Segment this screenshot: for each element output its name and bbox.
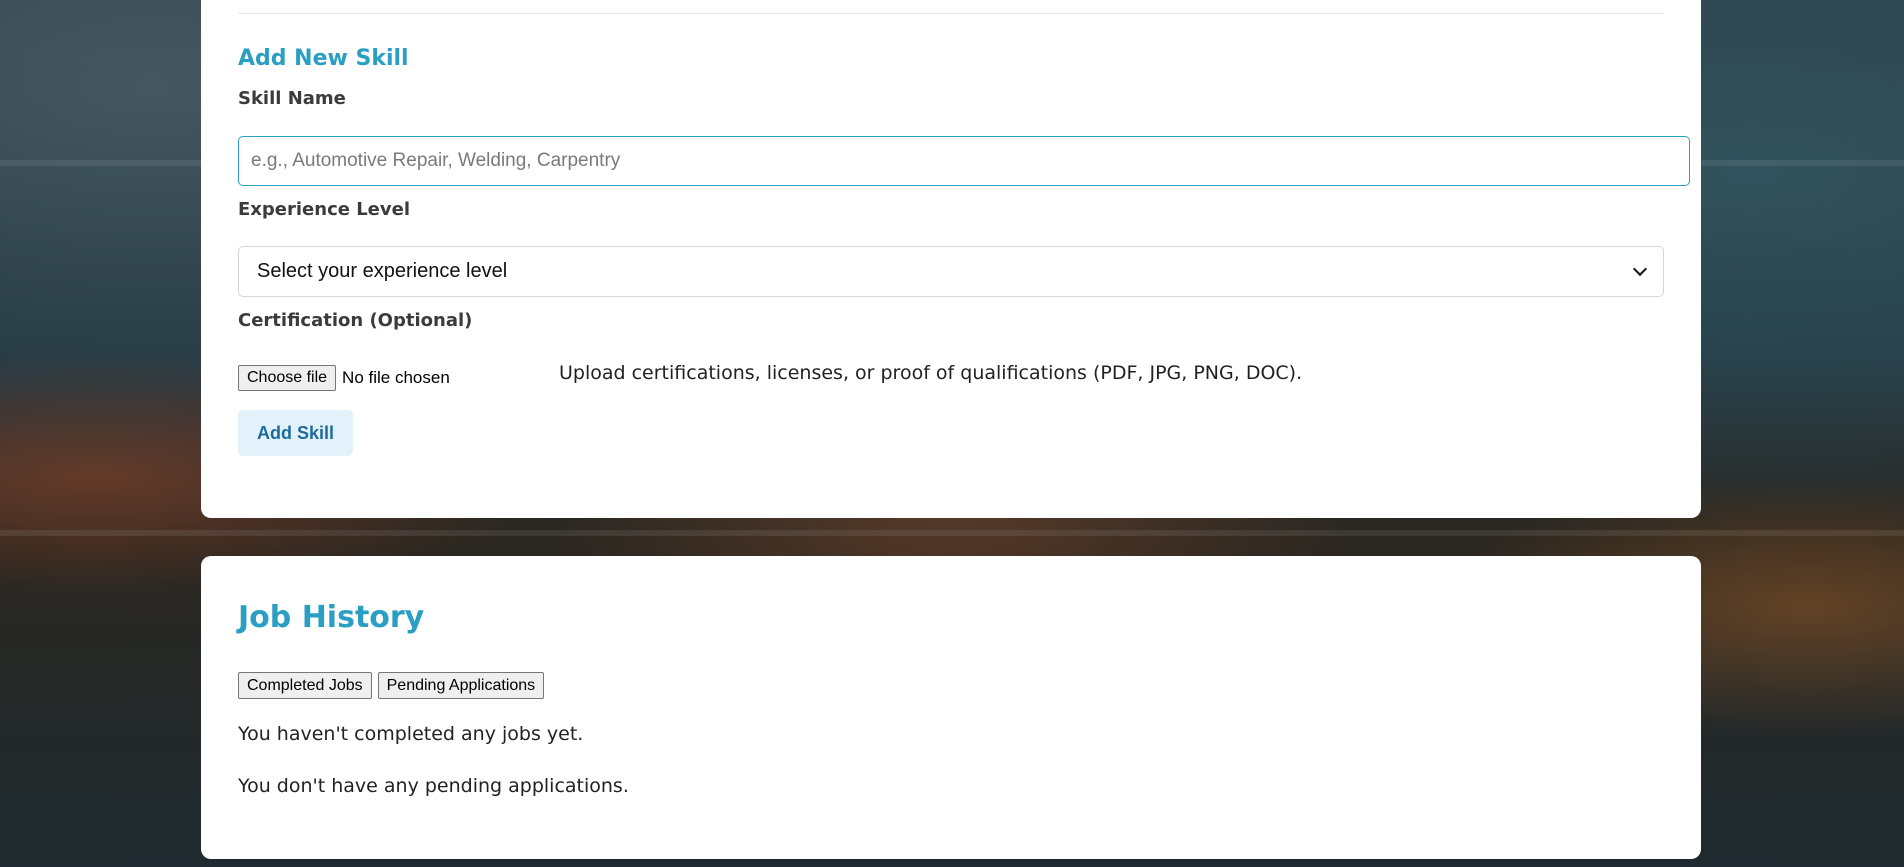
add-skill-button[interactable]: Add Skill — [238, 410, 353, 456]
pending-applications-message: You don't have any pending applications. — [238, 775, 629, 797]
certification-label: Certification (Optional) — [238, 310, 473, 331]
tab-pending-applications[interactable]: Pending Applications — [377, 672, 545, 699]
experience-level-selected: Select your experience level — [257, 260, 508, 282]
job-history-tabs: Completed Jobs Pending Applications — [238, 672, 545, 699]
background-shelf — [0, 530, 1904, 536]
job-history-title: Job History — [238, 600, 425, 635]
certification-hint: Upload certifications, licenses, or proo… — [559, 362, 1303, 384]
job-history-card: Job History Completed Jobs Pending Appli… — [201, 556, 1701, 859]
skill-name-input[interactable] — [238, 136, 1690, 186]
add-skill-title: Add New Skill — [238, 46, 409, 71]
experience-level-select[interactable]: Select your experience level — [238, 246, 1664, 297]
add-skill-card: Add New Skill Skill Name Experience Leve… — [201, 0, 1701, 518]
skill-name-label: Skill Name — [238, 88, 346, 109]
experience-level-label: Experience Level — [238, 199, 411, 220]
certification-file-input[interactable]: Choose file No file chosen — [238, 365, 450, 391]
tab-completed-jobs[interactable]: Completed Jobs — [238, 672, 372, 699]
file-status-text: No file chosen — [342, 368, 450, 387]
choose-file-button[interactable]: Choose file — [238, 365, 337, 391]
section-divider — [238, 13, 1664, 14]
completed-jobs-message: You haven't completed any jobs yet. — [238, 723, 584, 745]
chevron-down-icon — [1632, 261, 1648, 276]
